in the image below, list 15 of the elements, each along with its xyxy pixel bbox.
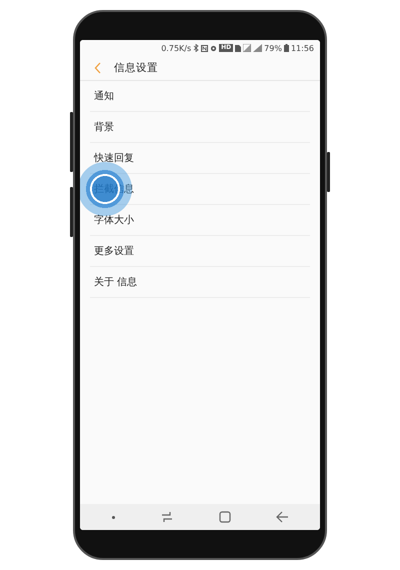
- dot-icon: [112, 516, 116, 518]
- page-title: 信息设置: [114, 61, 158, 75]
- bluetooth-icon: [193, 44, 200, 52]
- settings-item[interactable]: 通知: [90, 81, 310, 112]
- settings-item[interactable]: 背景: [90, 112, 310, 143]
- settings-item[interactable]: 更多设置: [90, 236, 310, 267]
- recent-apps-icon[interactable]: [160, 511, 174, 523]
- network-speed: 0.75K/s: [161, 44, 192, 52]
- clock-time: 11:56: [290, 44, 314, 52]
- nfc-icon: [201, 44, 208, 52]
- settings-item[interactable]: 关于 信息: [90, 267, 310, 298]
- battery-icon: [284, 44, 289, 52]
- home-icon[interactable]: [218, 511, 231, 523]
- battery-percent: 79%: [264, 44, 282, 52]
- back-icon[interactable]: [276, 511, 288, 523]
